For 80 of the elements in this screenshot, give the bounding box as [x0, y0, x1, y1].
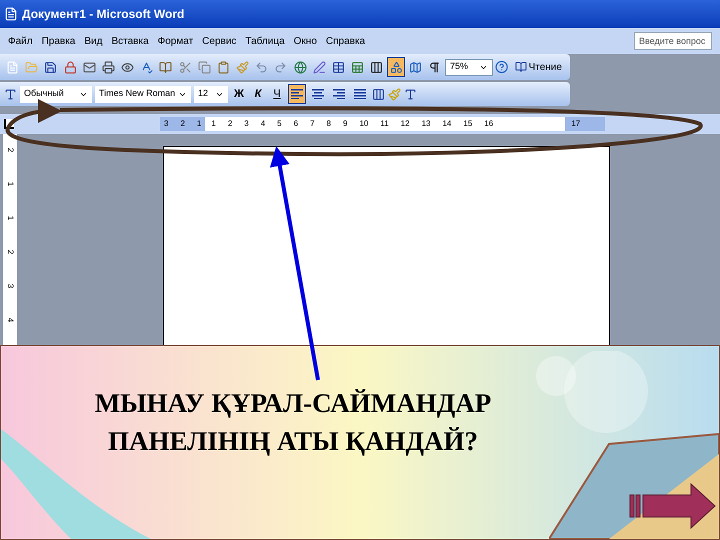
- ruler-number: 1: [5, 216, 16, 220]
- question-text: МЫНАУ ҚҰРАЛ-САЙМАНДАР ПАНЕЛІНІҢ АТЫ ҚАНДАЙ?: [94, 387, 492, 458]
- ruler-number: 3: [244, 118, 249, 130]
- book-icon: [514, 61, 527, 73]
- ruler-number: 15: [463, 118, 472, 130]
- ruler-number: 7: [310, 118, 315, 130]
- ruler-number: 17: [571, 118, 580, 130]
- map-icon: [408, 60, 422, 74]
- align-left-icon: [291, 89, 303, 99]
- menu-item[interactable]: Правка: [42, 34, 76, 48]
- help-search-field[interactable]: Введите вопрос: [634, 32, 712, 50]
- ruler-number: 4: [5, 318, 16, 322]
- ruler-number: 2: [228, 118, 232, 130]
- help-icon[interactable]: [495, 60, 509, 74]
- document-icon: [6, 60, 20, 74]
- save-icon: [44, 60, 58, 74]
- menu-item[interactable]: Сервис: [202, 34, 236, 48]
- globe-icon: [294, 60, 307, 74]
- lock-icon: [64, 60, 77, 74]
- spellcheck-icon: [140, 60, 154, 74]
- align-button[interactable]: [288, 84, 306, 104]
- ruler-number: 2: [180, 118, 185, 130]
- align-right-icon: [333, 89, 345, 99]
- shapes-icon: [390, 60, 403, 74]
- ruler-number: 6: [294, 118, 298, 130]
- menu-item[interactable]: Формат: [158, 34, 194, 48]
- menu-item[interactable]: Окно: [294, 34, 317, 48]
- align-justify-icon: [354, 89, 366, 99]
- pilcrow-icon: [428, 60, 441, 74]
- pencil-icon: [312, 60, 326, 74]
- styles-icon[interactable]: [4, 88, 17, 100]
- print-icon: [102, 60, 115, 74]
- underline-button[interactable]: Ч: [269, 86, 285, 102]
- ruler-number: 11: [380, 118, 389, 130]
- cut-icon: [178, 60, 192, 74]
- next-arrow-button[interactable]: [629, 483, 717, 529]
- font-size-dropdown[interactable]: 12: [194, 86, 228, 102]
- italic-button[interactable]: К: [250, 86, 266, 102]
- ruler-number: 13: [422, 118, 430, 130]
- redo-icon: [274, 60, 288, 74]
- style-dropdown[interactable]: Обычный: [20, 86, 92, 102]
- menu-item[interactable]: Справка: [326, 34, 366, 48]
- ruler-number: 2: [5, 250, 16, 254]
- book-icon: [159, 60, 172, 74]
- ruler-number: 1: [211, 118, 216, 130]
- paste-icon: [216, 60, 230, 74]
- columns-icon: [370, 60, 384, 74]
- ruler-number: 10: [359, 118, 368, 130]
- ruler-number: 5: [277, 118, 282, 130]
- ruler-number: 4: [260, 118, 266, 130]
- menu-item[interactable]: Вид: [84, 34, 102, 48]
- align-center-icon: [312, 89, 324, 99]
- undo-icon: [255, 60, 268, 74]
- table-icon: [332, 60, 345, 74]
- word-document-icon: [4, 7, 18, 21]
- ruler-number: 14: [442, 118, 452, 130]
- ruler-number: 2: [5, 148, 16, 152]
- right-arrow-icon: [629, 483, 717, 529]
- ruler-number: 8: [326, 118, 331, 130]
- read-button[interactable]: Чтение: [510, 60, 566, 74]
- menu-item[interactable]: Таблица: [245, 34, 285, 48]
- zoom-dropdown[interactable]: 75%: [445, 58, 494, 76]
- copy-icon: [198, 60, 211, 74]
- font-dropdown[interactable]: Times New Roman: [95, 86, 191, 102]
- window-title: Документ1 - Microsoft Word: [22, 6, 184, 23]
- preview-icon: [121, 60, 134, 74]
- ruler-number: 3: [5, 284, 16, 288]
- menu-item[interactable]: Вставка: [111, 34, 149, 48]
- mail-icon: [82, 60, 96, 74]
- ruler-number: 1: [5, 182, 16, 186]
- menu-item[interactable]: Файл: [8, 34, 33, 48]
- ruler-number: 9: [342, 118, 348, 130]
- bold-button[interactable]: Ж: [231, 86, 247, 102]
- folder-icon: [25, 60, 38, 74]
- ruler-number: 3: [164, 118, 168, 130]
- ruler-number: 1: [196, 118, 202, 130]
- spreadsheet-icon: [351, 60, 364, 74]
- ruler-number: 16: [484, 118, 494, 130]
- brush-icon: [236, 60, 250, 74]
- ruler-number: 12: [400, 118, 410, 130]
